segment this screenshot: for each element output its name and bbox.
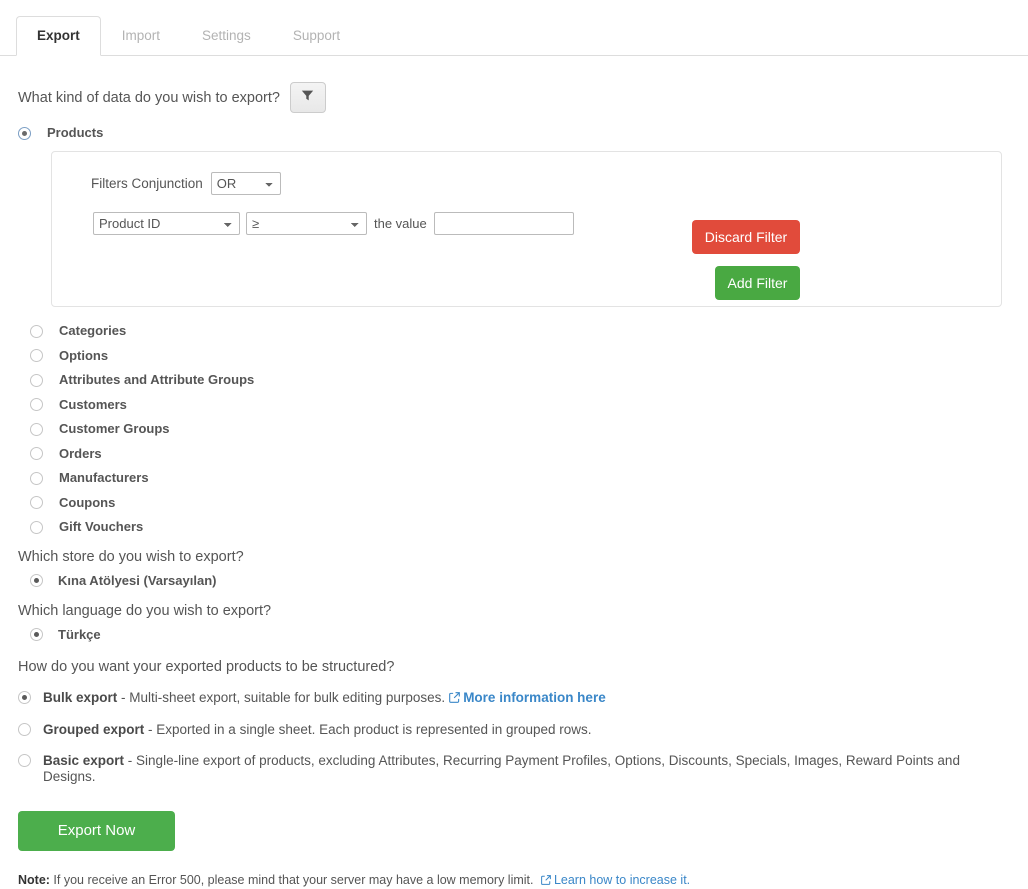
data-type-label-orders: Orders: [59, 446, 102, 462]
language-options: Türkçe: [18, 627, 1010, 643]
data-type-label-attributes: Attributes and Attribute Groups: [59, 372, 254, 388]
data-type-label-gift-vouchers: Gift Vouchers: [59, 519, 143, 535]
data-type-option-manufacturers[interactable]: Manufacturers: [30, 466, 1010, 491]
filter-field-select[interactable]: Product IDModelNamePriceQuantityStatus: [93, 212, 240, 235]
tab-support-label: Support: [293, 28, 340, 43]
radio-orders[interactable]: [30, 447, 43, 460]
filter-toggle-button[interactable]: [290, 82, 326, 113]
data-type-option-customers[interactable]: Customers: [30, 393, 1010, 418]
structure-desc-basic: - Single-line export of products, exclud…: [43, 753, 960, 784]
radio-categories[interactable]: [30, 325, 43, 338]
tab-export-label: Export: [37, 28, 80, 43]
data-type-question: What kind of data do you wish to export?: [18, 88, 280, 108]
external-link-icon: [449, 691, 460, 707]
structure-desc-grouped: - Exported in a single sheet. Each produ…: [144, 722, 591, 737]
data-type-option-categories[interactable]: Categories: [30, 319, 1010, 344]
filter-value-input[interactable]: [434, 212, 574, 235]
data-type-question-row: What kind of data do you wish to export?: [18, 82, 1010, 113]
funnel-filter-icon: [301, 89, 314, 107]
language-option-turkce[interactable]: Türkçe: [30, 627, 1010, 643]
radio-customers[interactable]: [30, 398, 43, 411]
data-type-option-customer-groups[interactable]: Customer Groups: [30, 417, 1010, 442]
tab-import-label: Import: [122, 28, 160, 43]
structure-option-grouped[interactable]: Grouped export - Exported in a single sh…: [18, 722, 1010, 738]
radio-language-turkce[interactable]: [30, 628, 43, 641]
note-prefix: Note:: [18, 873, 50, 887]
tab-support[interactable]: Support: [272, 16, 361, 56]
filter-panel: Filters Conjunction ORAND Product IDMode…: [51, 151, 1002, 307]
store-label-default: Kına Atölyesi (Varsayılan): [58, 573, 216, 589]
tab-export[interactable]: Export: [16, 16, 101, 56]
structure-options: Bulk export - Multi-sheet export, suitab…: [18, 690, 1010, 785]
data-type-option-coupons[interactable]: Coupons: [30, 491, 1010, 516]
radio-structure-bulk[interactable]: [18, 691, 31, 704]
filter-operator-select[interactable]: =≠>≥<≤: [246, 212, 367, 235]
data-type-label-customers: Customers: [59, 397, 127, 413]
structure-text-grouped: Grouped export - Exported in a single sh…: [43, 722, 592, 738]
radio-structure-grouped[interactable]: [18, 723, 31, 736]
radio-store-default[interactable]: [30, 574, 43, 587]
structure-option-basic[interactable]: Basic export - Single-line export of pro…: [18, 753, 1010, 785]
structure-question: How do you want your exported products t…: [18, 657, 1010, 677]
external-link-icon-note: [541, 873, 551, 889]
structure-name-bulk: Bulk export: [43, 690, 117, 705]
structure-text-basic: Basic export - Single-line export of pro…: [43, 753, 1010, 785]
discard-filter-button[interactable]: Discard Filter: [692, 220, 800, 254]
note-text: Note: If you receive an Error 500, pleas…: [18, 872, 1010, 889]
tab-import[interactable]: Import: [101, 16, 181, 56]
data-type-option-gift-vouchers[interactable]: Gift Vouchers: [30, 515, 1010, 540]
more-information-link[interactable]: More information here: [463, 690, 606, 705]
data-type-option-options[interactable]: Options: [30, 344, 1010, 369]
data-type-label-customer-groups: Customer Groups: [59, 421, 170, 437]
tab-bar: Export Import Settings Support: [0, 0, 1028, 56]
note-body: If you receive an Error 500, please mind…: [50, 873, 537, 887]
radio-structure-basic[interactable]: [18, 754, 31, 767]
store-option-default[interactable]: Kına Atölyesi (Varsayılan): [30, 573, 1010, 589]
radio-coupons[interactable]: [30, 496, 43, 509]
data-type-label-products: Products: [47, 125, 103, 141]
structure-text-bulk: Bulk export - Multi-sheet export, suitab…: [43, 690, 606, 707]
filters-conjunction-select[interactable]: ORAND: [211, 172, 281, 195]
radio-products[interactable]: [18, 127, 31, 140]
language-question: Which language do you wish to export?: [18, 601, 1010, 621]
data-type-option-orders[interactable]: Orders: [30, 442, 1010, 467]
export-form: What kind of data do you wish to export?…: [0, 82, 1028, 889]
filters-conjunction-label: Filters Conjunction: [91, 176, 203, 191]
structure-desc-bulk: - Multi-sheet export, suitable for bulk …: [117, 690, 445, 705]
structure-name-basic: Basic export: [43, 753, 124, 768]
filters-conjunction-row: Filters Conjunction ORAND: [52, 172, 1001, 195]
export-now-button[interactable]: Export Now: [18, 811, 175, 851]
store-question: Which store do you wish to export?: [18, 547, 1010, 567]
language-label-turkce: Türkçe: [58, 627, 101, 643]
radio-options[interactable]: [30, 349, 43, 362]
data-type-option-attributes[interactable]: Attributes and Attribute Groups: [30, 368, 1010, 393]
data-type-option-products[interactable]: Products: [18, 125, 1010, 141]
radio-manufacturers[interactable]: [30, 472, 43, 485]
radio-customer-groups[interactable]: [30, 423, 43, 436]
data-type-label-categories: Categories: [59, 323, 126, 339]
data-type-label-manufacturers: Manufacturers: [59, 470, 149, 486]
store-options: Kına Atölyesi (Varsayılan): [18, 573, 1010, 589]
tab-settings-label: Settings: [202, 28, 251, 43]
add-filter-button[interactable]: Add Filter: [715, 266, 800, 300]
radio-gift-vouchers[interactable]: [30, 521, 43, 534]
structure-name-grouped: Grouped export: [43, 722, 144, 737]
data-type-label-options: Options: [59, 348, 108, 364]
structure-option-bulk[interactable]: Bulk export - Multi-sheet export, suitab…: [18, 690, 1010, 707]
data-type-label-coupons: Coupons: [59, 495, 115, 511]
data-type-list: Categories Options Attributes and Attrib…: [18, 319, 1010, 540]
radio-attributes[interactable]: [30, 374, 43, 387]
the-value-label: the value: [374, 216, 427, 231]
learn-how-to-increase-link[interactable]: Learn how to increase it.: [554, 873, 690, 887]
filter-rule-row: Product IDModelNamePriceQuantityStatus =…: [52, 212, 1001, 235]
tab-settings[interactable]: Settings: [181, 16, 272, 56]
